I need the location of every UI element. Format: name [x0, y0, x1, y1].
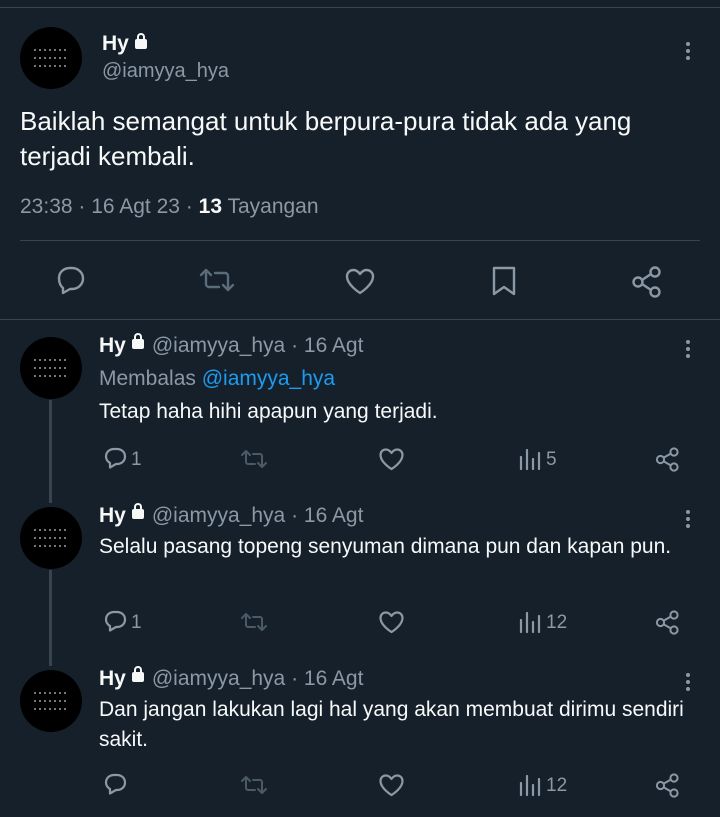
analytics-icon[interactable] [518, 773, 542, 797]
analytics-icon[interactable] [518, 610, 542, 634]
retweet-icon[interactable] [240, 611, 268, 633]
reply-icon[interactable] [103, 609, 129, 633]
reply-count: 1 [131, 612, 142, 633]
lock-icon [131, 333, 144, 350]
views-label: Tayangan [227, 195, 319, 218]
display-name[interactable]: Hy [99, 504, 126, 527]
analytics-icon[interactable] [518, 447, 542, 471]
replying-to-link[interactable]: @iamyya_hya [202, 367, 335, 390]
more-options-icon[interactable] [686, 510, 692, 531]
like-icon[interactable] [378, 447, 405, 471]
like-icon[interactable] [378, 773, 405, 797]
views-count: 13 [198, 195, 222, 218]
tweet-text: Tetap haha hihi apapun yang terjadi. [99, 400, 438, 423]
like-icon[interactable] [344, 267, 376, 295]
main-author[interactable]: Hy [102, 32, 147, 56]
reply-count: 1 [131, 449, 142, 470]
tweet-timestamp[interactable]: 23:38 · 16 Agt 23 · [20, 195, 193, 218]
views-count: 12 [546, 612, 568, 633]
avatar[interactable] [20, 27, 82, 89]
share-icon[interactable] [654, 446, 681, 473]
avatar[interactable] [20, 337, 82, 399]
lock-icon [134, 32, 147, 49]
user-handle[interactable]: @iamyya_hya · 16 Agt [152, 504, 364, 527]
views-count: 12 [546, 775, 568, 796]
avatar[interactable] [20, 670, 82, 732]
retweet-icon[interactable] [240, 774, 268, 796]
share-icon[interactable] [630, 265, 664, 299]
more-options-icon[interactable] [686, 673, 692, 694]
reply-icon[interactable] [55, 265, 87, 295]
retweet-icon[interactable] [240, 448, 268, 470]
divider [20, 240, 700, 241]
lock-icon [131, 666, 144, 683]
retweet-icon[interactable] [199, 266, 235, 294]
reply-tweet[interactable]: Hy @iamyya_hya · 16 Agt Dan jangan lakuka… [0, 653, 720, 817]
reply-tweet[interactable]: Hy @iamyya_hya · 16 Agt Membalas @iamyya_… [0, 320, 720, 490]
views-count: 5 [546, 449, 557, 470]
bookmark-icon[interactable] [490, 265, 518, 297]
display-name[interactable]: Hy [99, 667, 126, 690]
user-handle[interactable]: @iamyya_hya · 16 Agt [152, 334, 364, 357]
tweet-text: Selalu pasang topeng senyuman dimana pun… [99, 535, 672, 558]
tweet-text: Dan jangan lakukan lagi hal yang akan me… [99, 698, 684, 751]
avatar[interactable] [20, 507, 82, 569]
reply-icon[interactable] [103, 772, 129, 796]
like-icon[interactable] [378, 610, 405, 634]
reply-header: Hy @iamyya_hya · 16 Agt [99, 333, 364, 358]
tweet-meta: 23:38 · 16 Agt 23 · 13 Tayangan [20, 195, 319, 219]
reply-header: Hy @iamyya_hya · 16 Agt [99, 503, 364, 528]
replying-to: Membalas @iamyya_hya [99, 367, 335, 391]
more-options-icon[interactable] [686, 340, 692, 361]
replying-label: Membalas [99, 367, 196, 390]
user-handle[interactable]: @iamyya_hya · 16 Agt [152, 667, 364, 690]
tweet-text: Baiklah semangat untuk berpura-pura tida… [20, 106, 632, 171]
share-icon[interactable] [654, 772, 681, 799]
main-tweet: Hy @iamyya_hya Baiklah semangat untuk be… [0, 8, 720, 319]
lock-icon [131, 503, 144, 520]
display-name[interactable]: Hy [99, 334, 126, 357]
share-icon[interactable] [654, 609, 681, 636]
reply-icon[interactable] [103, 446, 129, 470]
more-options-icon[interactable] [686, 42, 692, 63]
reply-header: Hy @iamyya_hya · 16 Agt [99, 666, 364, 691]
user-handle[interactable]: @iamyya_hya [102, 60, 229, 83]
display-name: Hy [102, 32, 129, 55]
reply-tweet[interactable]: Hy @iamyya_hya · 16 Agt Selalu pasang top… [0, 490, 720, 653]
